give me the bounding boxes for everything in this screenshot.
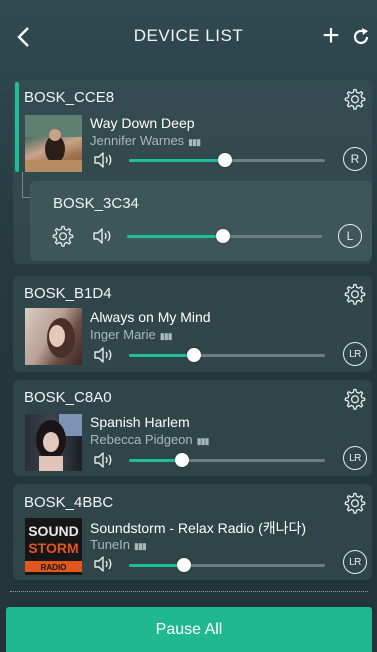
volume-button[interactable] bbox=[94, 452, 114, 468]
page-title: DEVICE LIST bbox=[133, 26, 244, 45]
device-settings-button[interactable] bbox=[342, 491, 366, 515]
artist-label: Rebecca Pidgeon bbox=[90, 432, 193, 447]
speaker-icon bbox=[94, 347, 112, 363]
speaker-icon bbox=[94, 452, 112, 468]
artist-label: Inger Marie bbox=[90, 327, 156, 342]
artist-label: Jennifer Warnes bbox=[90, 133, 185, 148]
artist-name: Inger Marie ▮▮▮ bbox=[90, 327, 173, 342]
song-title: Soundstorm - Relax Radio (캐나다) bbox=[90, 520, 307, 536]
pause-all-button[interactable]: Pause All bbox=[6, 607, 372, 652]
volume-fill bbox=[129, 459, 182, 462]
channel-button[interactable]: R bbox=[343, 147, 367, 171]
volume-fill bbox=[129, 354, 194, 357]
art-text-storm: STORM bbox=[28, 540, 78, 556]
album-art: SOUND STORM RADIO bbox=[25, 518, 82, 575]
gear-icon bbox=[52, 225, 74, 247]
speaker-icon bbox=[94, 556, 112, 572]
chevron-left-icon bbox=[17, 27, 29, 47]
refresh-icon bbox=[353, 28, 369, 45]
artist-name: Jennifer Warnes ▮▮▮ bbox=[90, 133, 201, 148]
volume-knob[interactable] bbox=[218, 153, 233, 167]
device-settings-button[interactable] bbox=[342, 387, 366, 411]
back-button[interactable] bbox=[10, 22, 36, 52]
volume-slider[interactable] bbox=[129, 453, 325, 467]
subdevice-card[interactable] bbox=[30, 181, 372, 261]
device-settings-button[interactable] bbox=[342, 282, 366, 306]
device-name: BOSK_4BBC bbox=[24, 494, 114, 511]
device-name: BOSK_3C34 bbox=[53, 195, 139, 212]
album-art bbox=[25, 308, 82, 365]
volume-fill bbox=[129, 159, 226, 162]
device-settings-button[interactable] bbox=[342, 87, 366, 111]
list-divider bbox=[10, 591, 368, 592]
song-title: Always on My Mind bbox=[90, 309, 211, 325]
song-title: Spanish Harlem bbox=[90, 414, 190, 430]
device-name: BOSK_B1D4 bbox=[24, 285, 112, 302]
volume-slider[interactable] bbox=[129, 348, 325, 362]
volume-button[interactable] bbox=[94, 152, 114, 168]
volume-slider[interactable] bbox=[127, 229, 322, 243]
volume-fill bbox=[127, 235, 223, 238]
selected-indicator bbox=[15, 82, 19, 172]
playing-bars-icon: ▮▮▮ bbox=[134, 541, 147, 551]
playing-bars-icon: ▮▮▮ bbox=[188, 137, 201, 147]
playing-bars-icon: ▮▮▮ bbox=[196, 436, 210, 446]
device-settings-button[interactable] bbox=[50, 224, 74, 248]
channel-button[interactable]: LR bbox=[343, 550, 367, 574]
channel-button[interactable]: LR bbox=[343, 446, 367, 470]
gear-icon bbox=[344, 88, 366, 110]
volume-knob[interactable] bbox=[174, 453, 189, 467]
volume-fill bbox=[129, 564, 184, 567]
art-text-sound: SOUND bbox=[28, 523, 79, 539]
volume-button[interactable] bbox=[94, 347, 114, 363]
gear-icon bbox=[344, 388, 366, 410]
speaker-icon bbox=[94, 152, 112, 168]
channel-button[interactable]: LR bbox=[343, 342, 367, 366]
album-art bbox=[25, 414, 82, 471]
song-title: Way Down Deep bbox=[90, 115, 195, 131]
artist-label: TuneIn bbox=[90, 537, 130, 552]
artist-name: TuneIn ▮▮▮ bbox=[90, 537, 147, 552]
volume-slider[interactable] bbox=[129, 558, 325, 572]
volume-knob[interactable] bbox=[176, 558, 191, 572]
device-name: BOSK_CCE8 bbox=[24, 89, 115, 106]
header: DEVICE LIST + bbox=[0, 0, 377, 72]
gear-icon bbox=[344, 283, 366, 305]
add-device-button[interactable]: + bbox=[318, 21, 344, 52]
device-name: BOSK_C8A0 bbox=[24, 389, 112, 406]
volume-knob[interactable] bbox=[186, 348, 201, 362]
volume-knob[interactable] bbox=[215, 229, 230, 243]
volume-button[interactable] bbox=[94, 556, 114, 572]
artist-name: Rebecca Pidgeon ▮▮▮ bbox=[90, 432, 209, 447]
refresh-button[interactable] bbox=[348, 24, 374, 50]
art-text-radio: RADIO bbox=[41, 563, 67, 572]
volume-button[interactable] bbox=[93, 228, 113, 244]
speaker-icon bbox=[93, 228, 111, 244]
gear-icon bbox=[344, 492, 366, 514]
playing-bars-icon: ▮▮▮ bbox=[159, 331, 173, 341]
channel-button[interactable]: L bbox=[338, 224, 362, 248]
album-art bbox=[25, 115, 82, 172]
volume-slider[interactable] bbox=[129, 153, 325, 167]
